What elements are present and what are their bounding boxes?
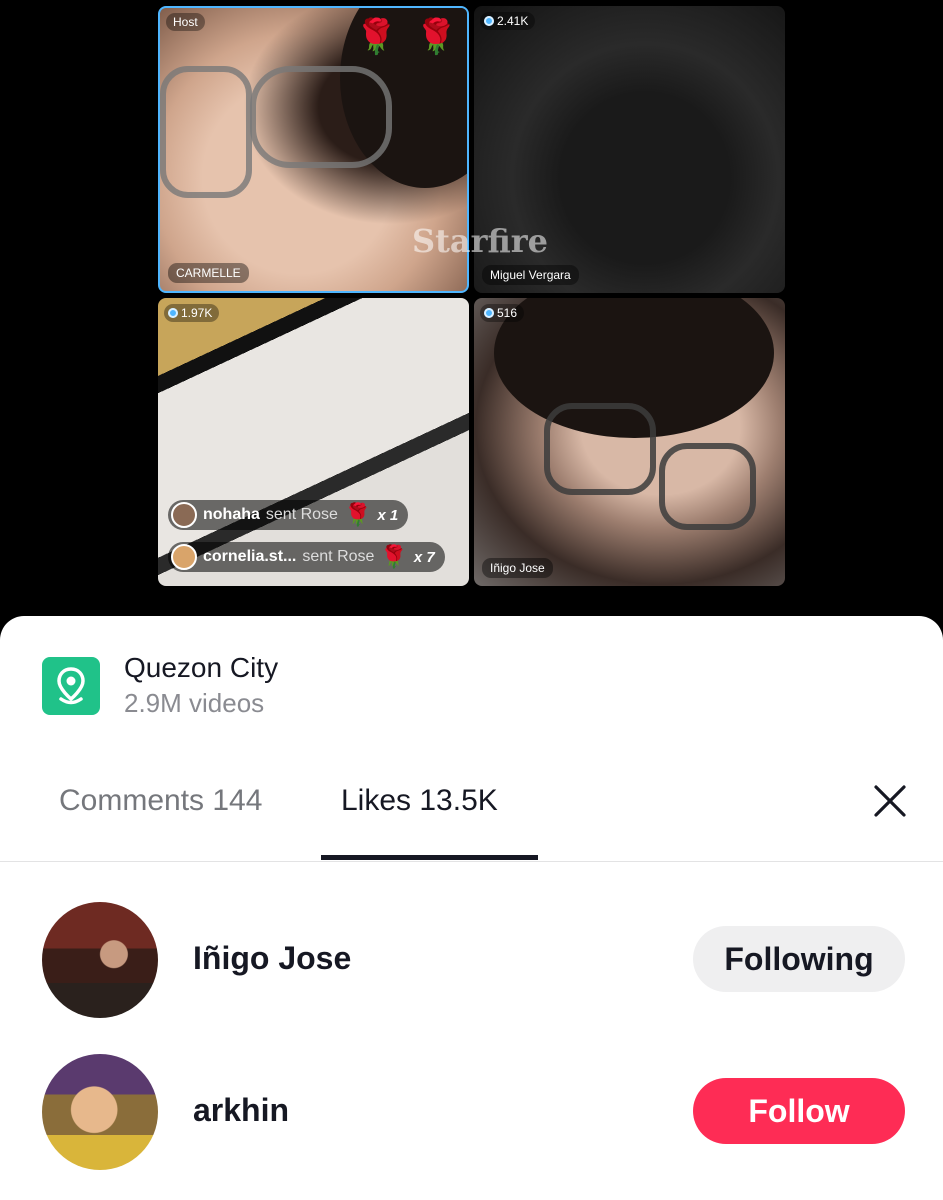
glasses-shape <box>659 443 756 530</box>
list-item[interactable]: Iñigo Jose Following <box>0 902 943 1022</box>
map-pin-icon <box>42 656 100 715</box>
user-name[interactable]: Iñigo Jose <box>193 940 351 977</box>
viewer-count-badge: 1.97K <box>164 304 220 322</box>
host-label: Host <box>166 13 205 31</box>
viewer-count-badge: 516 <box>480 304 525 322</box>
gift-multiplier: x 7 <box>413 548 435 566</box>
gift-sender: cornelia.st... <box>203 548 297 565</box>
avatar <box>171 502 197 528</box>
video-tile-guest[interactable]: 516 Iñigo Jose <box>474 298 785 586</box>
rose-icon: 🌹 <box>415 18 458 56</box>
gift-notification: cornelia.st... sent Rose 🌹 x 7 <box>168 542 445 572</box>
viewer-count: 516 <box>497 306 518 320</box>
gift-action: sent Rose <box>265 506 338 523</box>
tab-likes[interactable]: Likes 13.5K <box>341 784 498 818</box>
rose-icon: 🌹 <box>355 18 398 56</box>
viewer-count: 1.97K <box>181 306 213 320</box>
location-video-count: 2.9M videos <box>124 688 265 718</box>
live-dot-icon <box>484 16 494 26</box>
tab-bar: Comments 144 Likes 13.5K <box>0 766 943 862</box>
live-dot-icon <box>168 308 178 318</box>
location-link[interactable]: Quezon City 2.9M videos <box>42 652 278 719</box>
gift-notification: nohaha sent Rose 🌹 x 1 <box>168 500 409 530</box>
likes-bottom-sheet: Quezon City 2.9M videos Comments 144 Lik… <box>0 616 943 1200</box>
glasses-shape <box>544 403 656 495</box>
viewer-count-badge: 2.41K <box>480 12 536 30</box>
close-icon[interactable] <box>873 784 907 818</box>
live-video-grid: Host 🌹 🌹 CARMELLE 2.41K Miguel Vergara 1… <box>0 0 943 630</box>
glasses-shape <box>160 66 252 198</box>
avatar[interactable] <box>42 1054 158 1170</box>
guest-name-tag: CARMELLE <box>168 263 249 283</box>
guest-name-tag: Miguel Vergara <box>482 265 579 285</box>
location-title: Quezon City <box>124 652 279 683</box>
user-name[interactable]: arkhin <box>193 1092 289 1129</box>
following-button[interactable]: Following <box>693 926 905 992</box>
list-item[interactable]: arkhin Follow <box>0 1054 943 1174</box>
guest-name-tag: Iñigo Jose <box>482 558 553 578</box>
rose-icon: 🌹 <box>343 502 372 527</box>
watermark-text: Starfire <box>412 222 548 260</box>
glasses-shape <box>250 66 392 168</box>
live-dot-icon <box>484 308 494 318</box>
follow-button[interactable]: Follow <box>693 1078 905 1144</box>
gift-sender: nohaha <box>203 506 260 523</box>
rose-icon: 🌹 <box>380 544 408 569</box>
active-tab-indicator <box>321 855 538 860</box>
avatar <box>171 544 197 570</box>
location-text: Quezon City 2.9M videos <box>124 652 278 719</box>
tab-comments[interactable]: Comments 144 <box>59 784 262 818</box>
gift-multiplier: x 1 <box>377 506 399 524</box>
gift-action: sent Rose <box>302 548 375 565</box>
avatar[interactable] <box>42 902 158 1018</box>
viewer-count: 2.41K <box>497 14 529 28</box>
